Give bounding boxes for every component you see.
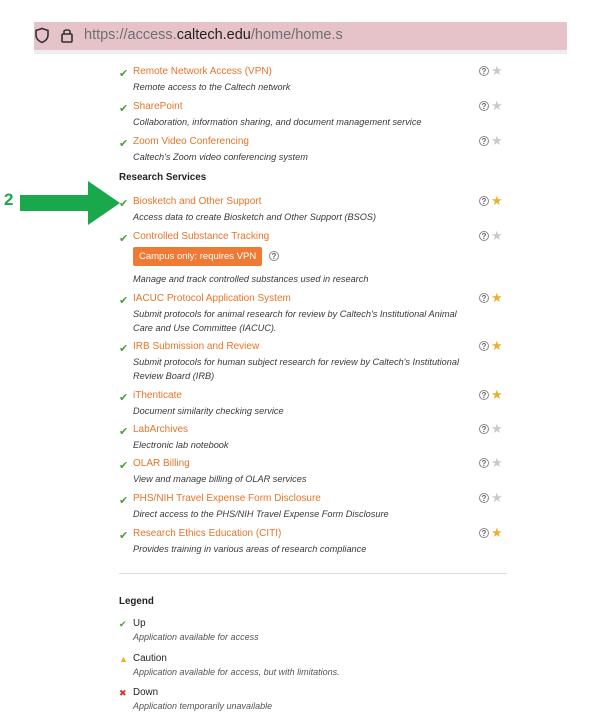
app-actions: ? ★ xyxy=(479,456,503,469)
status-up-check-icon: ✔ xyxy=(119,103,129,115)
app-description: Provides training in various areas of re… xyxy=(133,544,367,554)
page-top-edge xyxy=(34,50,567,54)
favorite-star-empty-icon[interactable]: ★ xyxy=(491,422,503,435)
step-number: 2 xyxy=(4,190,14,209)
app-description: View and manage billing of OLAR services xyxy=(133,474,307,484)
app-actions: ? ★ xyxy=(479,339,503,352)
app-link-research-7[interactable]: PHS/NIH Travel Expense Form Disclosure xyxy=(133,493,321,504)
legend-symbol-icon: ✔ xyxy=(119,619,127,629)
help-icon[interactable]: ? xyxy=(479,101,489,111)
app-description: Manage and track controlled substances u… xyxy=(133,274,369,284)
legend-description: Application available for access xyxy=(133,632,259,642)
favorite-star-empty-icon[interactable]: ★ xyxy=(491,456,503,469)
favorite-star-filled-icon[interactable]: ★ xyxy=(491,291,503,304)
url-text[interactable]: https://access.caltech.edu/home/home.s xyxy=(84,27,343,43)
app-description: Direct access to the PHS/NIH Travel Expe… xyxy=(133,509,389,519)
status-up-check-icon: ✔ xyxy=(119,530,129,542)
help-icon[interactable]: ? xyxy=(479,528,489,538)
help-icon[interactable]: ? xyxy=(479,196,489,206)
section-heading-research: Research Services xyxy=(119,172,207,183)
app-description: Collaboration, information sharing, and … xyxy=(133,117,422,127)
status-up-check-icon: ✔ xyxy=(119,138,129,150)
favorite-star-empty-icon[interactable]: ★ xyxy=(491,491,503,504)
help-icon[interactable]: ? xyxy=(479,458,489,468)
annotation-arrow-icon xyxy=(20,181,120,225)
app-link-research-6[interactable]: OLAR Billing xyxy=(133,458,190,469)
help-icon[interactable]: ? xyxy=(479,66,489,76)
help-icon[interactable]: ? xyxy=(479,493,489,503)
status-up-check-icon: ✔ xyxy=(119,392,129,404)
app-description: Access data to create Biosketch and Othe… xyxy=(133,212,377,222)
status-up-check-icon: ✔ xyxy=(119,68,129,80)
favorite-star-filled-icon[interactable]: ★ xyxy=(491,339,503,352)
favorite-star-filled-icon[interactable]: ★ xyxy=(491,194,503,207)
app-link-research-0[interactable]: Biosketch and Other Support xyxy=(133,196,261,207)
help-icon[interactable]: ? xyxy=(479,231,489,241)
status-up-check-icon: ✔ xyxy=(119,295,129,307)
app-actions: ? ★ xyxy=(479,229,503,242)
help-icon[interactable]: ? xyxy=(479,136,489,146)
lock-icon[interactable] xyxy=(60,27,74,44)
divider xyxy=(119,573,507,574)
app-link-top-1[interactable]: SharePoint xyxy=(133,101,182,112)
legend-symbol-icon: ✖ xyxy=(119,688,127,698)
app-link-research-2[interactable]: IACUC Protocol Application System xyxy=(133,293,291,304)
favorite-star-empty-icon[interactable]: ★ xyxy=(491,99,503,112)
vpn-help-icon[interactable]: ? xyxy=(269,251,279,261)
legend-heading: Legend xyxy=(119,596,154,607)
app-description: Document similarity checking service xyxy=(133,406,284,416)
app-link-research-5[interactable]: LabArchives xyxy=(133,424,188,435)
legend-description: Application temporarily unavailable xyxy=(133,701,273,711)
app-description: Submit protocols for human subject resea… xyxy=(133,357,460,381)
app-link-research-4[interactable]: iThenticate xyxy=(133,390,182,401)
favorite-star-empty-icon[interactable]: ★ xyxy=(491,229,503,242)
favorite-star-filled-icon[interactable]: ★ xyxy=(491,388,503,401)
app-actions: ? ★ xyxy=(479,134,503,147)
app-link-research-3[interactable]: IRB Submission and Review xyxy=(133,341,259,352)
app-actions: ? ★ xyxy=(479,422,503,435)
legend-symbol-icon: ▲ xyxy=(119,654,128,664)
app-link-research-8[interactable]: Research Ethics Education (CITI) xyxy=(133,528,281,539)
legend-title: Down xyxy=(133,687,159,698)
app-actions: ? ★ xyxy=(479,388,503,401)
legend-description: Application available for access, but wi… xyxy=(133,667,340,677)
app-description: Submit protocols for animal research for… xyxy=(133,309,457,333)
status-up-check-icon: ✔ xyxy=(119,426,129,438)
help-icon[interactable]: ? xyxy=(479,424,489,434)
status-up-check-icon: ✔ xyxy=(119,495,129,507)
help-icon[interactable]: ? xyxy=(479,293,489,303)
app-actions: ? ★ xyxy=(479,99,503,112)
app-actions: ? ★ xyxy=(479,194,503,207)
help-icon[interactable]: ? xyxy=(479,341,489,351)
favorite-star-empty-icon[interactable]: ★ xyxy=(491,64,503,77)
app-description: Electronic lab notebook xyxy=(133,440,229,450)
vpn-required-badge: Campus only: requires VPN xyxy=(133,247,263,266)
status-up-check-icon: ✔ xyxy=(119,343,129,355)
app-actions: ? ★ xyxy=(479,291,503,304)
shield-icon[interactable] xyxy=(34,27,50,44)
favorite-star-empty-icon[interactable]: ★ xyxy=(491,134,503,147)
app-link-top-0[interactable]: Remote Network Access (VPN) xyxy=(133,66,272,77)
favorite-star-filled-icon[interactable]: ★ xyxy=(491,526,503,539)
legend-title: Up xyxy=(133,618,146,629)
app-actions: ? ★ xyxy=(479,491,503,504)
help-icon[interactable]: ? xyxy=(479,390,489,400)
app-description: Remote access to the Caltech network xyxy=(133,82,291,92)
app-description: Caltech's Zoom video conferencing system xyxy=(133,152,308,162)
app-actions: ? ★ xyxy=(479,526,503,539)
app-actions: ? ★ xyxy=(479,64,503,77)
status-up-check-icon: ✔ xyxy=(119,460,129,472)
app-link-top-2[interactable]: Zoom Video Conferencing xyxy=(133,136,249,147)
address-bar[interactable]: https://access.caltech.edu/home/home.s xyxy=(34,22,567,50)
status-up-check-icon: ✔ xyxy=(119,233,129,245)
app-link-research-1[interactable]: Controlled Substance Tracking xyxy=(133,231,269,242)
legend-title: Caution xyxy=(133,653,167,664)
